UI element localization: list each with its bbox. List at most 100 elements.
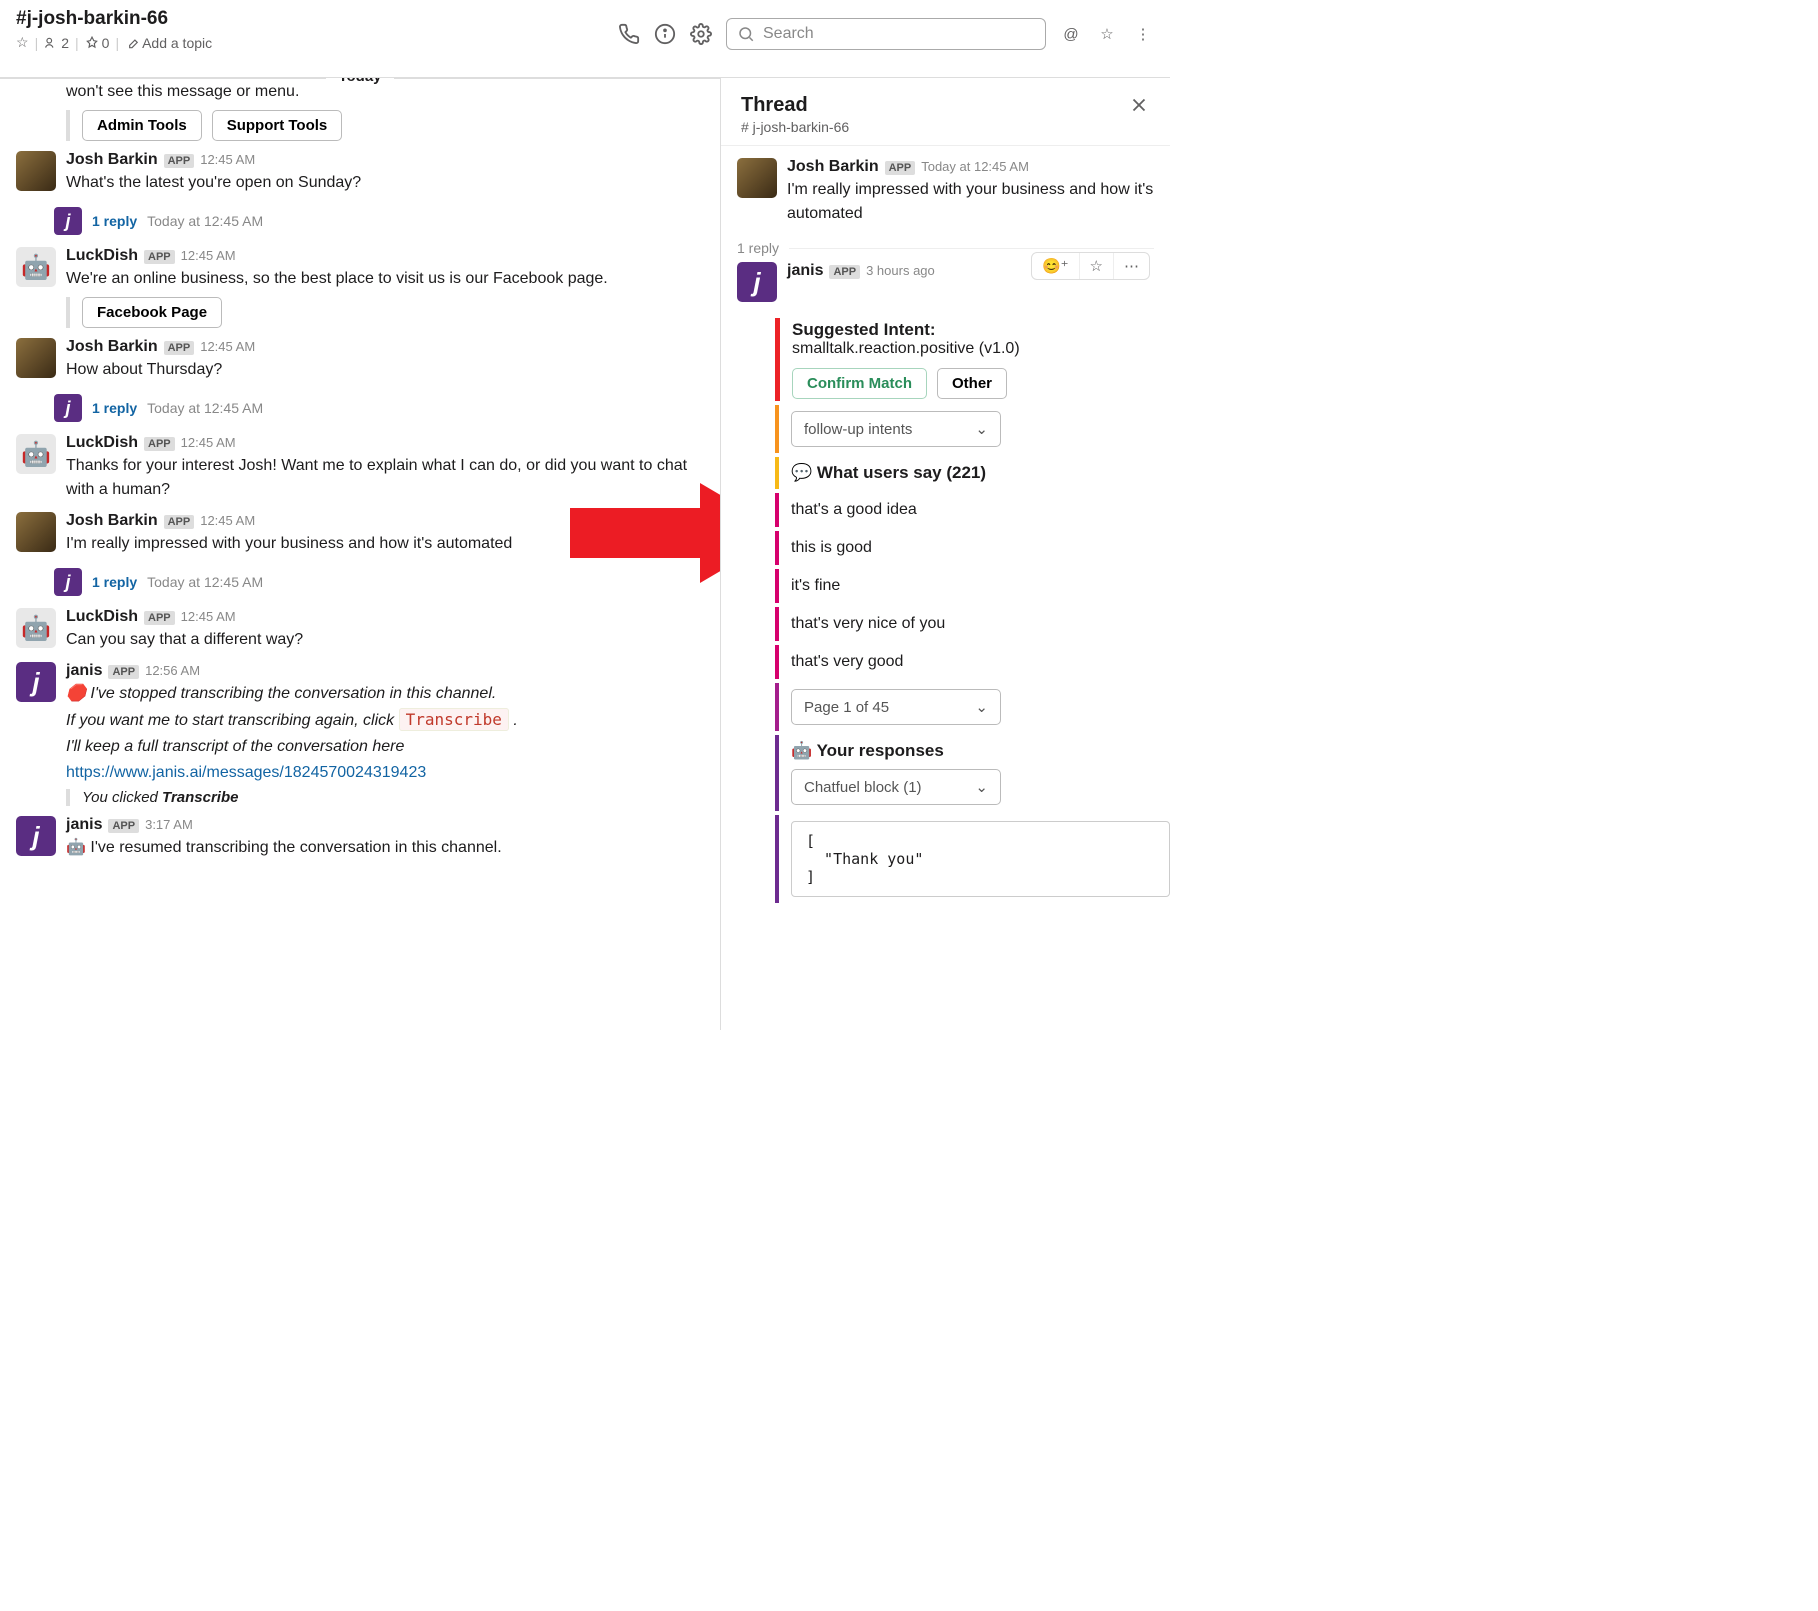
message-link[interactable]: https://www.janis.ai/messages/1824570024… (66, 761, 704, 785)
message: Josh Barkin APP 12:45 AM What's the late… (0, 145, 720, 199)
followup-block: follow-up intents ⌄ (775, 405, 1170, 453)
avatar[interactable]: 🤖 (16, 608, 56, 648)
message-user[interactable]: LuckDish (66, 434, 138, 452)
message-text: I'm really impressed with your business … (787, 178, 1154, 226)
message-user[interactable]: janis (787, 262, 823, 280)
suggested-intent-block: Suggested Intent: smalltalk.reaction.pos… (775, 318, 1170, 401)
thread-reply-link[interactable]: 1 reply Today at 12:45 AM (54, 205, 720, 241)
thread-pane: Thread # j-josh-barkin-66 Josh Barkin AP… (720, 78, 1170, 1030)
app-badge: APP (164, 515, 195, 529)
avatar[interactable] (737, 262, 777, 302)
facebook-page-button[interactable]: Facebook Page (82, 297, 222, 328)
channel-header: #j-josh-barkin-66 ☆ | 2 | 0 | Add a topi… (0, 0, 1170, 78)
message-text: Can you say that a different way? (66, 628, 704, 652)
chevron-down-icon: ⌄ (975, 420, 988, 438)
call-icon[interactable] (618, 23, 640, 45)
message: Josh Barkin APP 12:45 AM How about Thurs… (0, 332, 720, 386)
reply-avatar (54, 568, 82, 596)
responses-label: 🤖 Your responses (791, 741, 1170, 761)
app-badge: APP (885, 161, 916, 175)
thread-subtitle[interactable]: # j-josh-barkin-66 (741, 119, 849, 135)
app-badge: APP (144, 250, 175, 264)
message-user[interactable]: janis (66, 662, 102, 680)
star-channel-icon[interactable]: ☆ (1096, 23, 1118, 45)
channel-messages[interactable]: Today won't see this message or menu. Ad… (0, 78, 720, 1030)
avatar[interactable] (16, 512, 56, 552)
app-badge: APP (144, 437, 175, 451)
quote-block: You clicked Transcribe (66, 789, 704, 806)
avatar[interactable] (737, 158, 777, 198)
message-user[interactable]: Josh Barkin (66, 512, 158, 530)
member-count[interactable]: 2 (44, 35, 69, 51)
message-user[interactable]: janis (66, 816, 102, 834)
star-icon[interactable]: ☆ (1079, 253, 1113, 279)
avatar[interactable] (16, 816, 56, 856)
other-button[interactable]: Other (937, 368, 1007, 399)
response-code-block: [ "Thank you" ] (775, 815, 1170, 903)
search-input[interactable]: Search (726, 18, 1046, 50)
message-text: If you want me to start transcribing aga… (66, 708, 704, 733)
message-time: 12:45 AM (200, 339, 255, 354)
message: 🤖 LuckDish APP 12:45 AM Can you say that… (0, 602, 720, 656)
star-icon[interactable]: ☆ (16, 34, 29, 51)
message-text: How about Thursday? (66, 358, 704, 382)
avatar[interactable]: 🤖 (16, 434, 56, 474)
chevron-down-icon: ⌄ (975, 778, 988, 796)
message-user[interactable]: Josh Barkin (787, 158, 879, 176)
message-time: 12:56 AM (145, 663, 200, 678)
message: 🤖 LuckDish APP 12:45 AM We're an online … (0, 241, 720, 332)
attachment-buttons: Admin Tools Support Tools (66, 110, 704, 141)
avatar[interactable] (16, 338, 56, 378)
page-select-block: Page 1 of 45 ⌄ (775, 683, 1170, 731)
reaction-icon[interactable]: 😊⁺ (1032, 253, 1079, 279)
code-inline: Transcribe (399, 708, 509, 731)
thread-reply-link[interactable]: 1 reply Today at 12:45 AM (54, 392, 720, 428)
channel-name[interactable]: #j-josh-barkin-66 (16, 8, 618, 30)
support-tools-button[interactable]: Support Tools (212, 110, 343, 141)
avatar[interactable] (16, 151, 56, 191)
message-user[interactable]: Josh Barkin (66, 151, 158, 169)
info-icon[interactable] (654, 23, 676, 45)
message: janis APP 12:56 AM 🛑 I've stopped transc… (0, 656, 720, 810)
intent-value: smalltalk.reaction.positive (v1.0) (792, 340, 1170, 358)
message-text: What's the latest you're open on Sunday? (66, 171, 704, 195)
message-time: 12:45 AM (200, 152, 255, 167)
confirm-match-button[interactable]: Confirm Match (792, 368, 927, 399)
message: won't see this message or menu. Admin To… (0, 78, 720, 145)
channel-meta: ☆ | 2 | 0 | Add a topic (16, 34, 618, 51)
message-text: I'll keep a full transcript of the conve… (66, 735, 704, 759)
reply-avatar (54, 394, 82, 422)
message-text: We're an online business, so the best pl… (66, 267, 704, 291)
app-badge: APP (164, 154, 195, 168)
followup-select[interactable]: follow-up intents ⌄ (791, 411, 1001, 447)
more-icon[interactable]: ⋮ (1132, 23, 1154, 45)
message-time: 12:45 AM (181, 609, 236, 624)
page-select[interactable]: Page 1 of 45 ⌄ (791, 689, 1001, 725)
more-icon[interactable]: ⋯ (1113, 253, 1149, 279)
admin-tools-button[interactable]: Admin Tools (82, 110, 202, 141)
avatar[interactable] (16, 662, 56, 702)
reply-avatar (54, 207, 82, 235)
chatfuel-select[interactable]: Chatfuel block (1) ⌄ (791, 769, 1001, 805)
app-badge: APP (108, 819, 139, 833)
message-time: 12:45 AM (200, 513, 255, 528)
gear-icon[interactable] (690, 23, 712, 45)
thread-parent-message: Josh Barkin APP Today at 12:45 AM I'm re… (721, 146, 1170, 238)
thread-title: Thread (741, 94, 849, 117)
message-user[interactable]: LuckDish (66, 608, 138, 626)
pin-count[interactable]: 0 (85, 35, 110, 51)
close-icon[interactable] (1128, 94, 1150, 120)
message-user[interactable]: LuckDish (66, 247, 138, 265)
code-block: [ "Thank you" ] (791, 821, 1170, 897)
message-action-bar: 😊⁺ ☆ ⋯ (1031, 252, 1150, 280)
phrase-item: that's very good (775, 645, 1170, 679)
intent-label: Suggested Intent: (792, 320, 1170, 340)
app-badge: APP (829, 265, 860, 279)
app-badge: APP (108, 665, 139, 679)
add-topic[interactable]: Add a topic (125, 35, 212, 51)
message-user[interactable]: Josh Barkin (66, 338, 158, 356)
avatar[interactable]: 🤖 (16, 247, 56, 287)
mentions-icon[interactable]: @ (1060, 23, 1082, 45)
phrase-item: that's a good idea (775, 493, 1170, 527)
responses-block: 🤖 Your responses Chatfuel block (1) ⌄ (775, 735, 1170, 811)
